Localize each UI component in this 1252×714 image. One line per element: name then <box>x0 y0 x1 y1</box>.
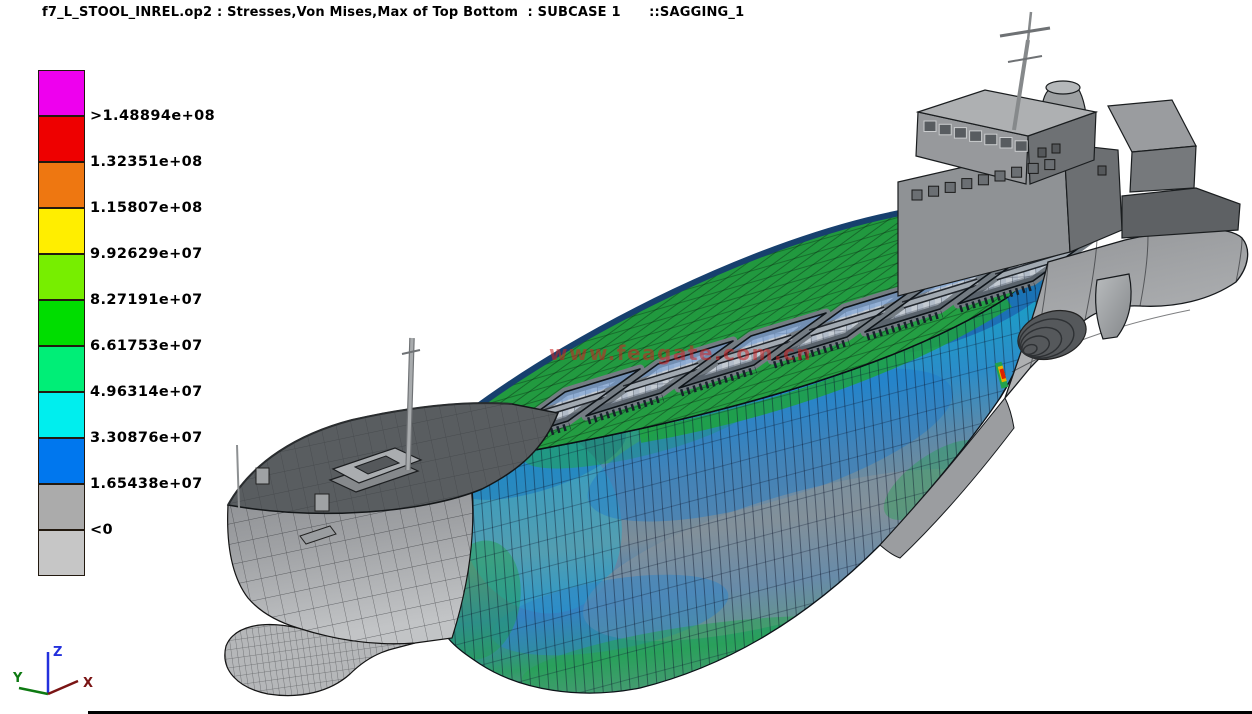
model-viewport[interactable]: www.feagate.com.cn Z Y X <box>0 0 1252 714</box>
funnel-top <box>1046 81 1080 94</box>
bollard <box>315 494 329 511</box>
watermark: www.feagate.com.cn <box>549 341 812 365</box>
axis-y-label: Y <box>12 671 23 686</box>
axis-x-label: X <box>83 676 93 691</box>
fea-postprocessor-window: f7_L_STOOL_INREL.op2 : Stresses,Von Mise… <box>0 0 1252 714</box>
axis-triad: Z Y X <box>12 645 93 694</box>
bollard <box>256 468 269 484</box>
aft-block-front <box>1130 146 1196 192</box>
axis-z-label: Z <box>53 645 62 660</box>
aft-block-top <box>1108 100 1196 152</box>
stern-bulwark <box>1122 188 1240 238</box>
rudder <box>1096 274 1131 339</box>
